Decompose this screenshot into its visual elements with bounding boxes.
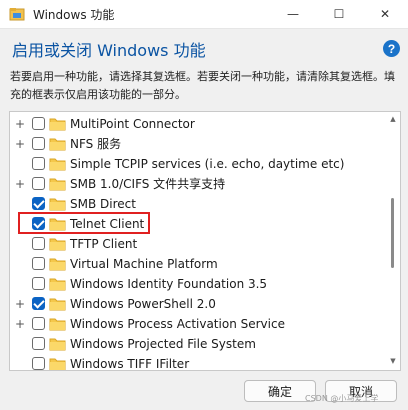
help-icon[interactable]: ? — [383, 40, 400, 57]
feature-checkbox[interactable] — [32, 137, 45, 150]
minimize-icon: — — [287, 7, 299, 21]
feature-label: Virtual Machine Platform — [70, 257, 218, 271]
window-title: Windows 功能 — [33, 8, 115, 22]
title-bar: Windows 功能 — ☐ ✕ — [0, 0, 408, 29]
feature-row[interactable]: + SMB 1.0/CIFS 文件共享支持 — [10, 174, 382, 194]
expand-icon[interactable]: + — [15, 114, 25, 134]
feature-label: Windows Projected File System — [70, 337, 256, 351]
folder-icon — [49, 178, 66, 191]
feature-row[interactable]: + NFS 服务 — [10, 134, 382, 154]
feature-row[interactable]: Virtual Machine Platform — [10, 254, 382, 274]
description-text: 若要启用一种功能，请选择其复选框。若要关闭一种功能，请清除其复选框。填充的框表示… — [10, 70, 395, 101]
feature-label: Windows Identity Foundation 3.5 — [70, 277, 268, 291]
feature-label: TFTP Client — [70, 237, 138, 251]
feature-checkbox[interactable] — [32, 337, 45, 350]
feature-checkbox[interactable] — [32, 277, 45, 290]
folder-icon — [49, 278, 66, 291]
folder-icon — [49, 258, 66, 271]
feature-checkbox[interactable] — [32, 297, 45, 310]
expand-icon[interactable]: + — [15, 294, 25, 314]
feature-tree[interactable]: + MultiPoint Connector + NFS 服务 Simple TCPIP… — [9, 111, 401, 371]
watermark: CSDN @小马爱上学 — [305, 394, 379, 403]
feature-checkbox[interactable] — [32, 117, 45, 130]
feature-label: Simple TCPIP services (i.e. echo, daytim… — [70, 157, 345, 171]
scrollbar[interactable]: ▲ ▼ — [388, 112, 398, 370]
folder-icon — [49, 238, 66, 251]
expand-icon[interactable]: + — [15, 174, 25, 194]
feature-label: Windows TIFF IFilter — [70, 357, 190, 371]
feature-row[interactable]: Windows TIFF IFilter — [10, 354, 382, 371]
feature-checkbox[interactable] — [32, 157, 45, 170]
folder-icon — [49, 158, 66, 171]
feature-checkbox[interactable] — [32, 317, 45, 330]
feature-checkbox[interactable] — [32, 237, 45, 250]
feature-row[interactable]: Windows Identity Foundation 3.5 — [10, 274, 382, 294]
feature-label: Windows Process Activation Service — [70, 317, 285, 331]
expand-icon[interactable]: + — [15, 134, 25, 154]
scroll-down-icon[interactable]: ▼ — [388, 357, 398, 365]
feature-label: SMB Direct — [70, 197, 136, 211]
feature-label: Windows PowerShell 2.0 — [70, 297, 216, 311]
feature-row[interactable]: Windows Projected File System — [10, 334, 382, 354]
feature-row[interactable]: + MultiPoint Connector — [10, 114, 382, 134]
feature-label: SMB 1.0/CIFS 文件共享支持 — [70, 177, 226, 191]
feature-row[interactable]: Simple TCPIP services (i.e. echo, daytim… — [10, 154, 382, 174]
scrollbar-thumb[interactable] — [391, 198, 394, 268]
close-icon: ✕ — [379, 7, 391, 21]
folder-icon — [49, 198, 66, 211]
feature-label: NFS 服务 — [70, 137, 122, 151]
folder-icon — [49, 298, 66, 311]
maximize-button[interactable]: ☐ — [316, 0, 362, 28]
scroll-up-icon[interactable]: ▲ — [388, 115, 398, 123]
expand-icon[interactable]: + — [15, 314, 25, 334]
feature-row[interactable]: SMB Direct — [10, 194, 382, 214]
feature-checkbox[interactable] — [32, 177, 45, 190]
folder-icon — [49, 118, 66, 131]
page-title: 启用或关闭 Windows 功能 — [12, 41, 206, 60]
folder-icon — [49, 318, 66, 331]
feature-label: MultiPoint Connector — [70, 117, 195, 131]
minimize-button[interactable]: — — [270, 0, 316, 28]
feature-checkbox[interactable] — [32, 197, 45, 210]
maximize-icon: ☐ — [333, 7, 345, 21]
feature-row[interactable]: TFTP Client — [10, 234, 382, 254]
telnet-highlight-box — [18, 212, 150, 234]
folder-icon — [49, 358, 66, 370]
close-button[interactable]: ✕ — [362, 0, 408, 28]
feature-row[interactable]: + Windows Process Activation Service — [10, 314, 382, 334]
feature-checkbox[interactable] — [32, 357, 45, 370]
windows-features-icon — [9, 8, 25, 21]
folder-icon — [49, 338, 66, 351]
folder-icon — [49, 138, 66, 151]
feature-row[interactable]: + Windows PowerShell 2.0 — [10, 294, 382, 314]
feature-checkbox[interactable] — [32, 257, 45, 270]
